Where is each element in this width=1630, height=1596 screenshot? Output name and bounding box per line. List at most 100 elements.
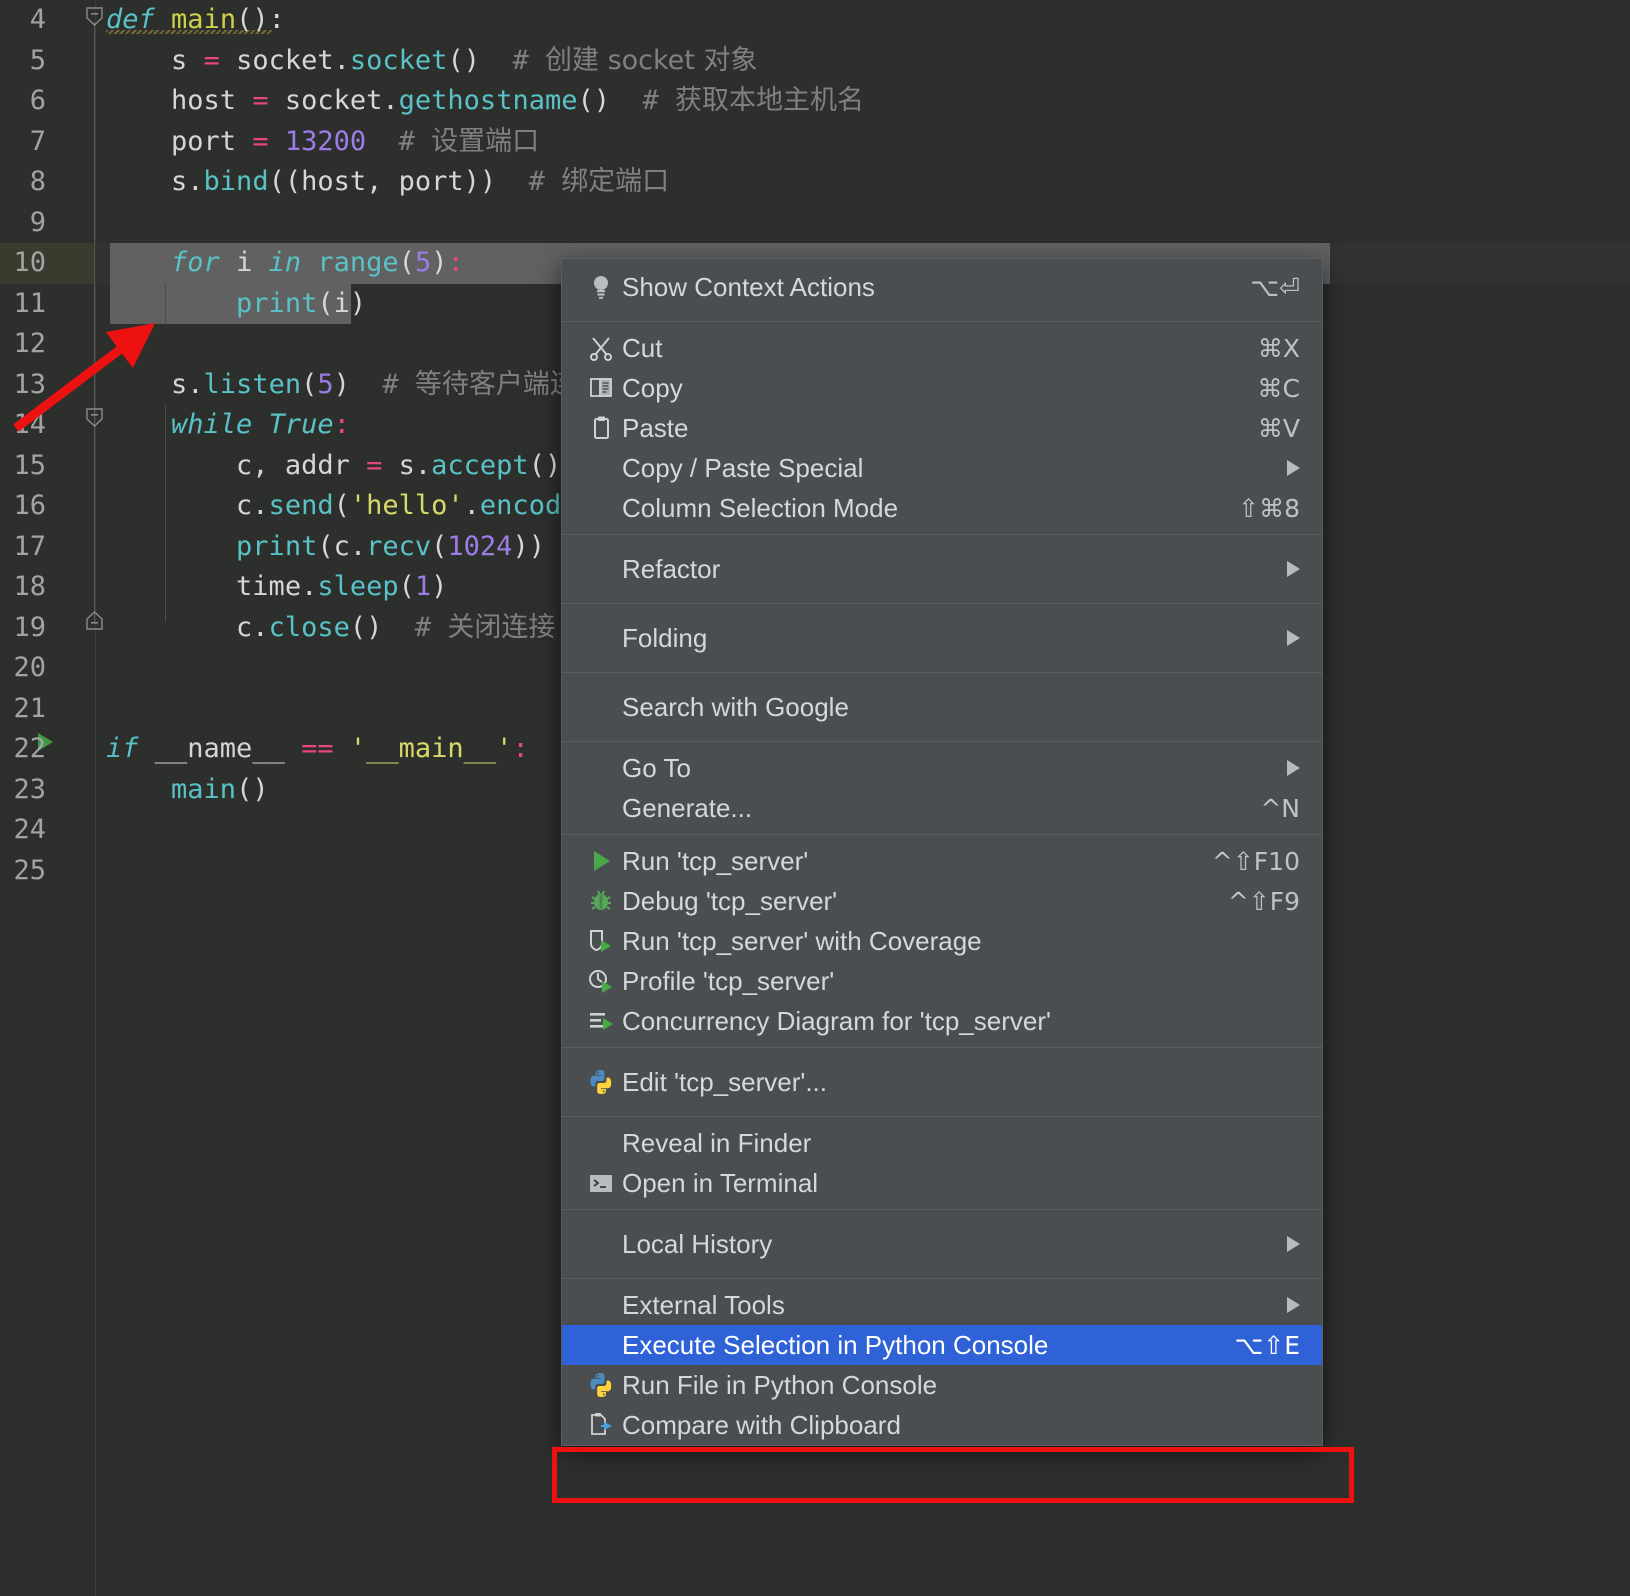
submenu-chevron-right-icon [1287,561,1300,577]
python-icon [580,1068,622,1096]
menu-item-paste[interactable]: Paste ⌘V [562,408,1322,448]
menu-separator [562,1278,1322,1279]
profile-icon [580,967,622,995]
menu-item-label: Edit 'tcp_server'... [622,1066,828,1097]
menu-item-local-history[interactable]: Local History [562,1216,1322,1272]
line-number: 9 [29,206,46,238]
menu-separator [562,534,1322,535]
line-content: s = socket.socket() # 创建 socket 对象 [171,44,758,76]
line-content: for i in range(5): [171,247,464,278]
menu-item-execute-selection-in-python-console[interactable]: Execute Selection in Python Console ⌥⇧E [562,1325,1322,1365]
submenu-chevron-right-icon [1287,1297,1300,1313]
menu-item-label: Profile 'tcp_server' [622,965,835,996]
menu-item-label: Local History [622,1228,773,1259]
menu-item-run-tcp-server[interactable]: Run 'tcp_server' ^⇧F10 [562,841,1322,881]
menu-item-copy-paste-special[interactable]: Copy / Paste Special [562,448,1322,488]
code-line[interactable]: 6 host = socket.gethostname() # 获取本地主机名 [0,81,1630,122]
compare-icon [580,1411,622,1439]
line-content: main() [171,773,269,805]
menu-item-label: Copy [622,372,683,403]
line-content: if __name__ == '__main__': [106,733,529,764]
menu-item-label: Refactor [622,553,721,584]
concurrency-icon [580,1007,622,1035]
submenu-chevron-right-icon [1287,630,1300,646]
line-content: time.sleep(1) [236,571,448,602]
code-line[interactable]: 7 port = 13200 # 设置端口 [0,122,1630,163]
menu-item-show-context-actions[interactable]: Show Context Actions ⌥⏎ [562,259,1322,315]
menu-separator [562,321,1322,322]
menu-separator [562,1209,1322,1210]
menu-item-label: Generate... [622,792,753,823]
line-number: 23 [13,773,46,805]
coverage-icon [580,927,622,955]
menu-item-label: Column Selection Mode [622,492,899,523]
line-content: def main(): [106,4,285,35]
menu-item-generate[interactable]: Generate... ^N [562,788,1322,828]
menu-item-label: Open in Terminal [622,1167,819,1198]
menu-item-shortcut: ⌥⏎ [1250,272,1300,302]
menu-item-go-to[interactable]: Go To [562,748,1322,788]
menu-separator [562,741,1322,742]
menu-item-run-tcp-server-with-coverage[interactable]: Run 'tcp_server' with Coverage [562,921,1322,961]
menu-item-label: Search with Google [622,691,849,722]
code-line[interactable]: 9 [0,203,1630,244]
lightbulb-icon [580,273,622,301]
menu-item-copy[interactable]: Copy ⌘C [562,368,1322,408]
menu-item-shortcut: ⇧⌘8 [1238,493,1300,523]
menu-item-column-selection-mode[interactable]: Column Selection Mode ⇧⌘8 [562,488,1322,528]
line-number: 5 [29,44,46,76]
menu-item-external-tools[interactable]: External Tools [562,1285,1322,1325]
menu-item-label: Cut [622,332,663,363]
run-icon [580,847,622,875]
line-content: c.send('hello'.encode( [236,490,594,521]
submenu-chevron-right-icon [1287,1236,1300,1252]
code-line[interactable]: 8 s.bind((host, port)) # 绑定端口 [0,162,1630,203]
menu-item-shortcut: ⌘X [1257,333,1300,363]
code-line[interactable]: 4 def main(): [0,0,1630,41]
menu-item-compare-with-clipboard[interactable]: Compare with Clipboard [562,1405,1322,1445]
menu-item-open-in-terminal[interactable]: Open in Terminal [562,1163,1322,1203]
menu-item-folding[interactable]: Folding [562,610,1322,666]
line-number: 18 [13,571,46,602]
pycharm-editor-screenshot: 4 def main(): 5 s = socket.socket() # 创建… [0,0,1630,1596]
line-content: s.bind((host, port)) # 绑定端口 [171,166,670,197]
line-number: 17 [13,530,46,562]
menu-item-label: Show Context Actions [622,271,875,302]
menu-item-label: Run 'tcp_server' [622,845,809,876]
line-number: 25 [13,854,46,886]
menu-item-label: Debug 'tcp_server' [622,885,838,916]
menu-item-label: Execute Selection in Python Console [622,1329,1049,1360]
line-number: 24 [13,814,46,845]
submenu-chevron-right-icon [1287,460,1300,476]
menu-item-search-with-google[interactable]: Search with Google [562,679,1322,735]
line-content: host = socket.gethostname() # 获取本地主机名 [171,85,865,116]
menu-item-label: Concurrency Diagram for 'tcp_server' [622,1005,1051,1036]
line-number: 10 [13,247,46,278]
menu-item-label: External Tools [622,1289,785,1320]
menu-item-debug-tcp-server[interactable]: Debug 'tcp_server' ^⇧F9 [562,881,1322,921]
menu-item-label: Run File in Python Console [622,1369,938,1400]
menu-item-edit-tcp-server[interactable]: Edit 'tcp_server'... [562,1054,1322,1110]
line-number: 16 [13,490,46,521]
menu-item-refactor[interactable]: Refactor [562,541,1322,597]
menu-item-profile-tcp-server[interactable]: Profile 'tcp_server' [562,961,1322,1001]
menu-item-cut[interactable]: Cut ⌘X [562,328,1322,368]
menu-item-concurrency-diagram-for-tcp-server[interactable]: Concurrency Diagram for 'tcp_server' [562,1001,1322,1041]
line-content: port = 13200 # 设置端口 [171,125,540,157]
line-content: c, addr = s.accept() [236,449,562,481]
line-number: 4 [29,4,46,35]
debug-icon [580,887,622,915]
clipboard-icon [580,414,622,442]
menu-item-reveal-in-finder[interactable]: Reveal in Finder [562,1123,1322,1163]
line-number: 6 [29,85,46,116]
menu-item-shortcut: ⌘C [1257,373,1300,403]
line-number: 15 [13,449,46,481]
menu-item-label: Copy / Paste Special [622,452,864,483]
editor-context-menu[interactable]: Show Context Actions ⌥⏎ Cut ⌘X Copy ⌘C Paste ⌘V… [561,258,1323,1446]
scissors-icon [580,334,622,362]
line-content: c.close() # 关闭连接 [236,611,556,643]
menu-item-run-file-in-python-console[interactable]: Run File in Python Console [562,1365,1322,1405]
code-line[interactable]: 5 s = socket.socket() # 创建 socket 对象 [0,41,1630,82]
menu-separator [562,834,1322,835]
menu-separator [562,1047,1322,1048]
